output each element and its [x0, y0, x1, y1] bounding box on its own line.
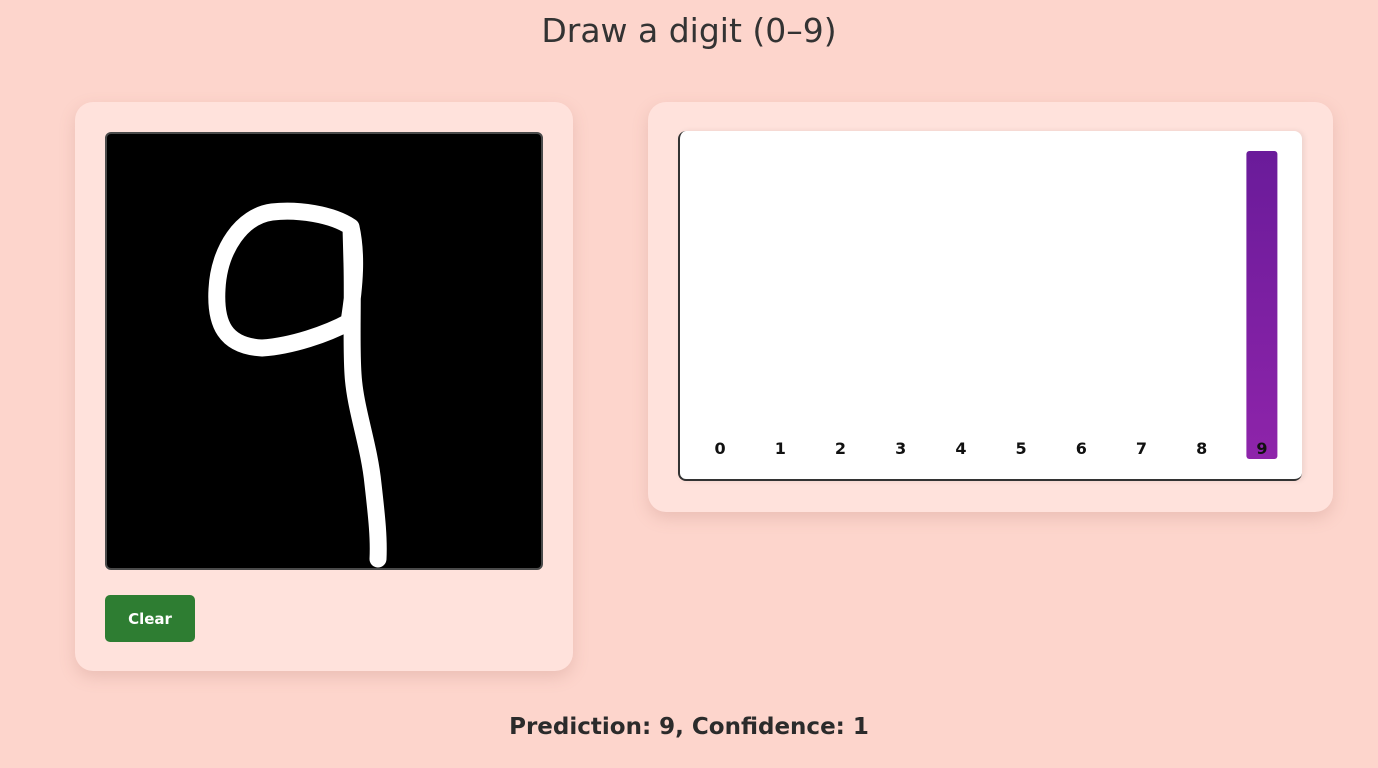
- tick-label-2: 2: [835, 439, 846, 458]
- page-title: Draw a digit (0–9): [541, 11, 837, 50]
- tick-label-0: 0: [715, 439, 726, 458]
- probability-chart-svg: 0 1 2 3 4 5 6 7 8 9: [715, 151, 1278, 459]
- tick-label-6: 6: [1076, 439, 1087, 458]
- drawn-stroke: [208, 202, 387, 568]
- tick-label-9: 9: [1256, 439, 1267, 458]
- tick-label-1: 1: [775, 439, 786, 458]
- clear-button[interactable]: Clear: [105, 595, 195, 642]
- drawing-panel: Clear: [75, 102, 573, 671]
- probability-panel: 0 1 2 3 4 5 6 7 8 9: [648, 102, 1333, 512]
- tick-label-3: 3: [895, 439, 906, 458]
- bar-digit-9: [1246, 151, 1278, 459]
- probability-chart: 0 1 2 3 4 5 6 7 8 9: [678, 131, 1302, 481]
- tick-label-5: 5: [1016, 439, 1027, 458]
- drawing-canvas[interactable]: [105, 132, 543, 570]
- tick-label-8: 8: [1196, 439, 1207, 458]
- tick-label-7: 7: [1136, 439, 1147, 458]
- prediction-text: Prediction: 9, Confidence: 1: [509, 714, 869, 740]
- tick-label-4: 4: [955, 439, 966, 458]
